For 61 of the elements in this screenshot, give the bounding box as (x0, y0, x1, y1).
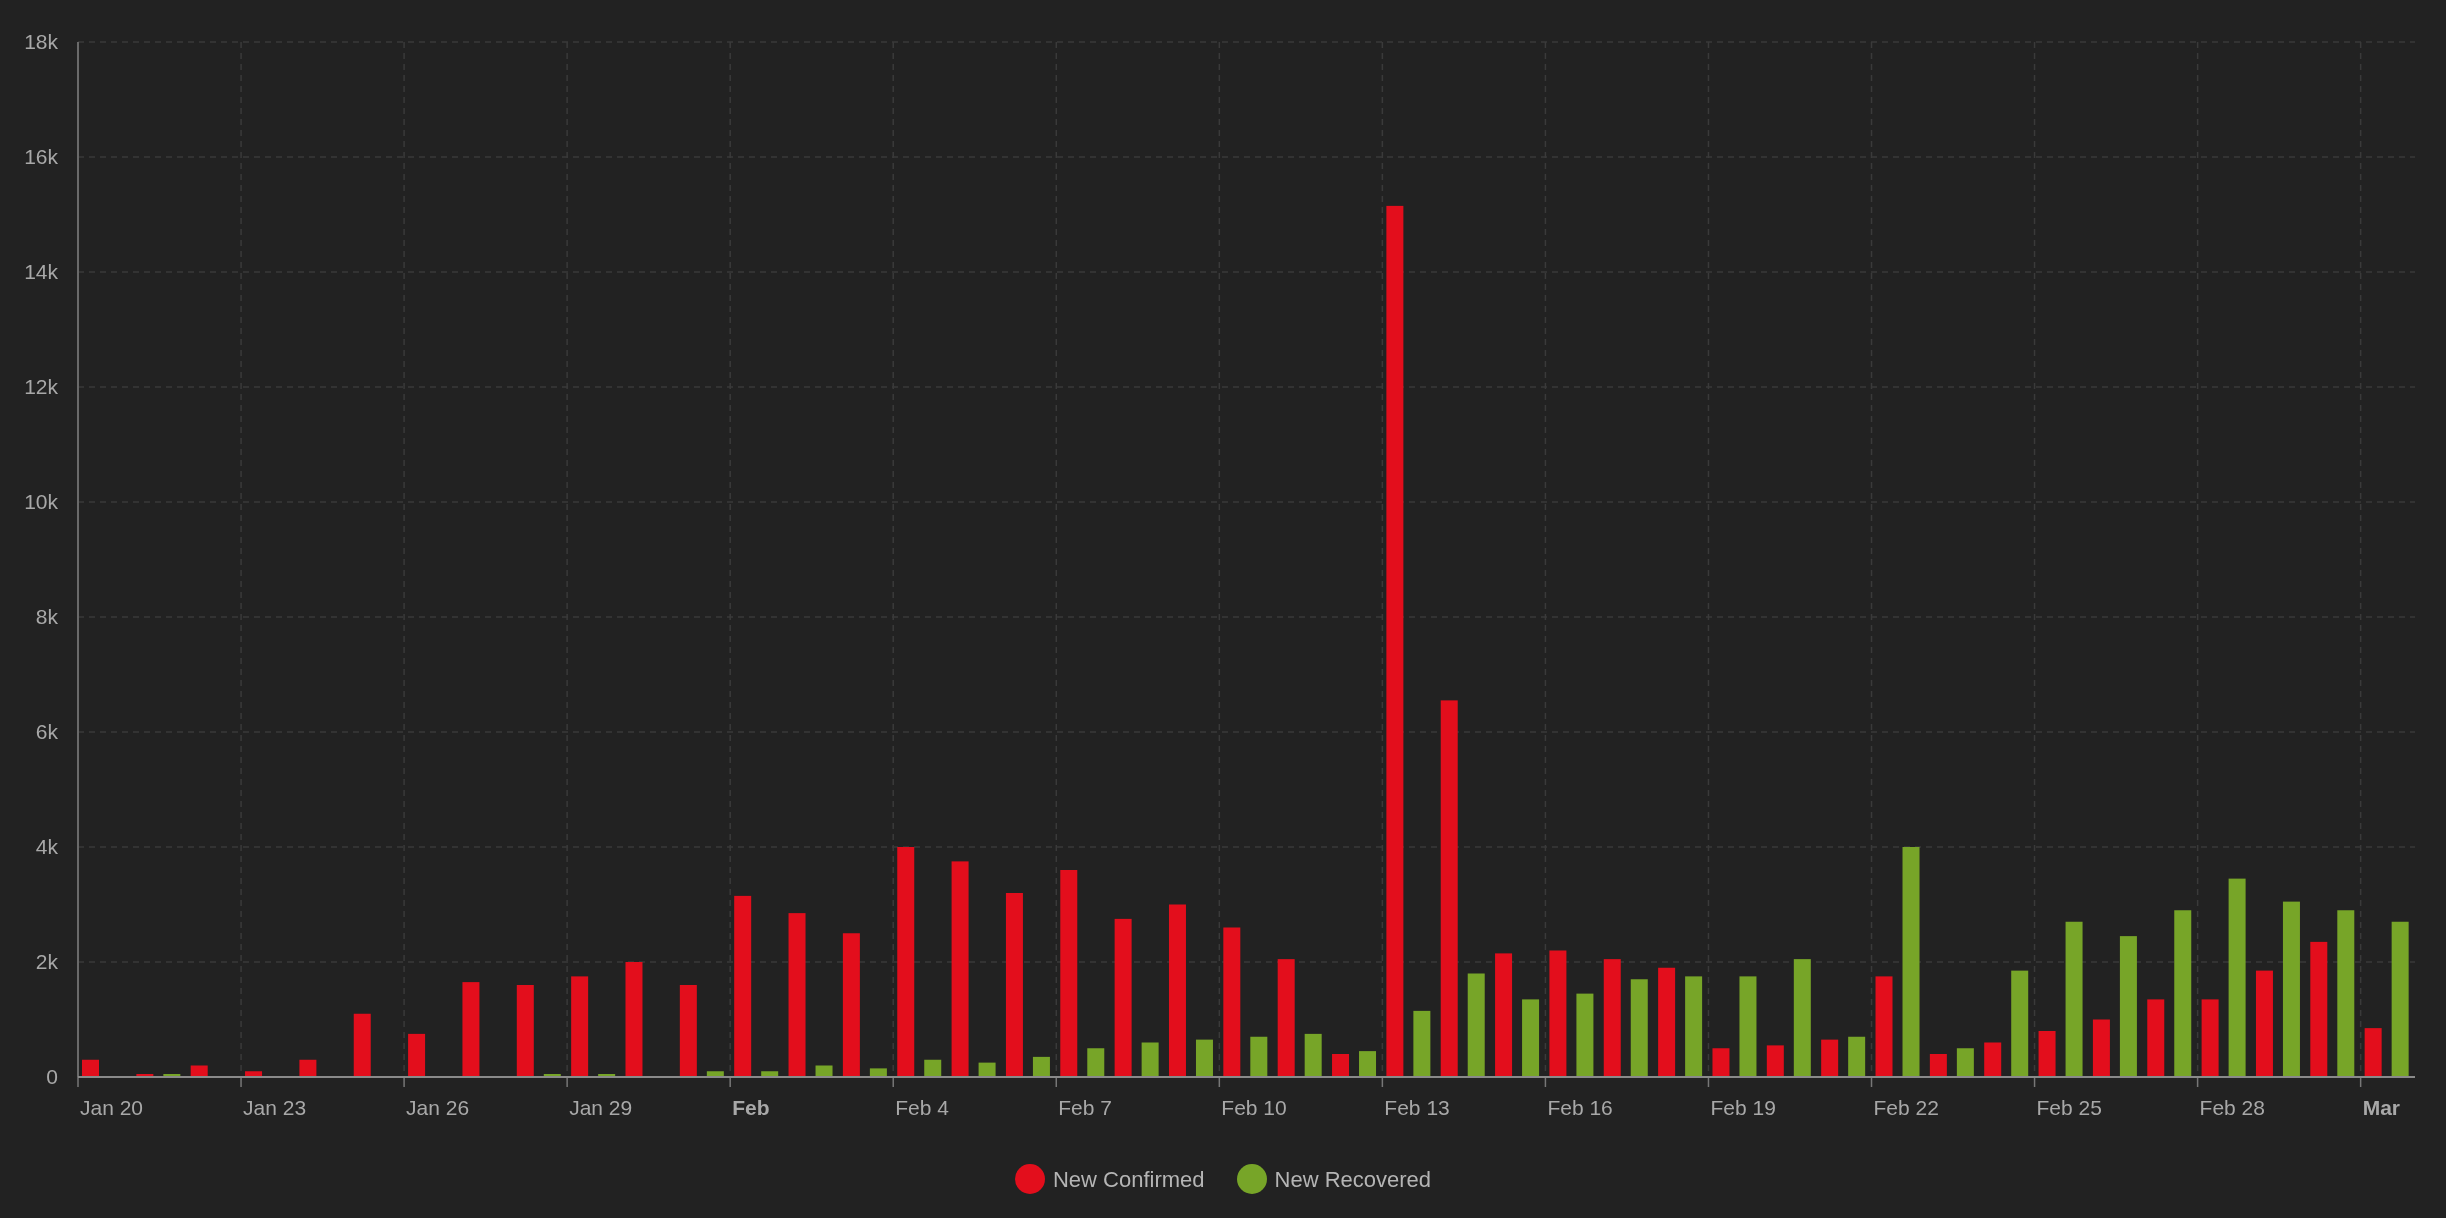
x-axis-label: Feb 10 (1221, 1096, 1287, 1119)
x-axis-label: Jan 20 (80, 1096, 144, 1119)
chart-bar (1712, 1048, 1730, 1077)
y-axis-label: 18k (24, 30, 58, 53)
chart-bar (1359, 1051, 1376, 1077)
chart-bar (136, 1074, 154, 1077)
chart-bar (1821, 1039, 1839, 1077)
chart-bar (598, 1074, 616, 1077)
x-axis-label: Feb 16 (1547, 1096, 1613, 1119)
chart-bar (1413, 1010, 1431, 1077)
y-axis-label: 8k (35, 605, 58, 628)
chart-bar (1984, 1042, 2002, 1077)
chart-bar (1332, 1054, 1349, 1077)
chart-bar (299, 1059, 317, 1077)
x-axis-label: Jan 26 (406, 1096, 470, 1119)
x-axis-label: Feb 25 (2036, 1096, 2102, 1119)
y-axis-label: 12k (24, 375, 58, 398)
chart-bar (1956, 1048, 1974, 1077)
chart-bar (1196, 1039, 1213, 1077)
legend-item[interactable]: New Confirmed (1014, 1162, 1205, 1196)
y-axis-label: 16k (24, 145, 58, 168)
chart-bar (924, 1059, 942, 1077)
x-axis-label: Feb 7 (1058, 1096, 1112, 1119)
chart-bar (543, 1074, 561, 1077)
chart-bar (1250, 1036, 1268, 1077)
x-axis-label: Jan 29 (569, 1096, 633, 1119)
chart-bar (163, 1074, 181, 1077)
y-axis-label: 0 (46, 1065, 58, 1088)
chart-bar (1304, 1033, 1322, 1077)
chart-bar (82, 1059, 99, 1077)
chart-bar (706, 1071, 724, 1077)
x-axis-label: Feb 13 (1384, 1096, 1450, 1119)
chart-bar (245, 1071, 263, 1077)
chart-bar (761, 1071, 779, 1077)
chart-bar (2092, 1019, 2110, 1077)
chart-bar (1141, 1042, 1159, 1077)
y-axis-label: 10k (24, 490, 58, 513)
chart-bar (1087, 1048, 1105, 1077)
y-axis-label: 14k (24, 260, 58, 283)
chart-bar (1848, 1036, 1866, 1077)
chart-bar (1766, 1045, 1784, 1077)
y-axis-label: 4k (35, 835, 58, 858)
x-axis-label: Feb 4 (895, 1096, 949, 1119)
y-axis-label: 6k (35, 720, 58, 743)
chart-bar (815, 1065, 833, 1077)
chart-bar (408, 1033, 426, 1077)
x-axis-label: Feb 28 (2199, 1096, 2265, 1119)
chart-bar (190, 1065, 208, 1077)
chart-bar (1929, 1054, 1947, 1077)
chart-bar (869, 1068, 887, 1077)
chart-bar (353, 1013, 371, 1077)
chart-bar (2364, 1028, 2382, 1077)
x-axis-label: Feb (732, 1096, 770, 1119)
chart-bar (978, 1062, 996, 1077)
x-axis-label: Jan 23 (243, 1096, 307, 1119)
legend-item[interactable]: New Recovered (1236, 1162, 1432, 1196)
x-axis-label: Mar (2362, 1096, 2400, 1119)
chart-bar (2038, 1031, 2056, 1077)
y-axis-label: 2k (35, 950, 58, 973)
x-axis-label: Feb 22 (1873, 1096, 1939, 1119)
x-axis-label: Feb 19 (1710, 1096, 1776, 1119)
